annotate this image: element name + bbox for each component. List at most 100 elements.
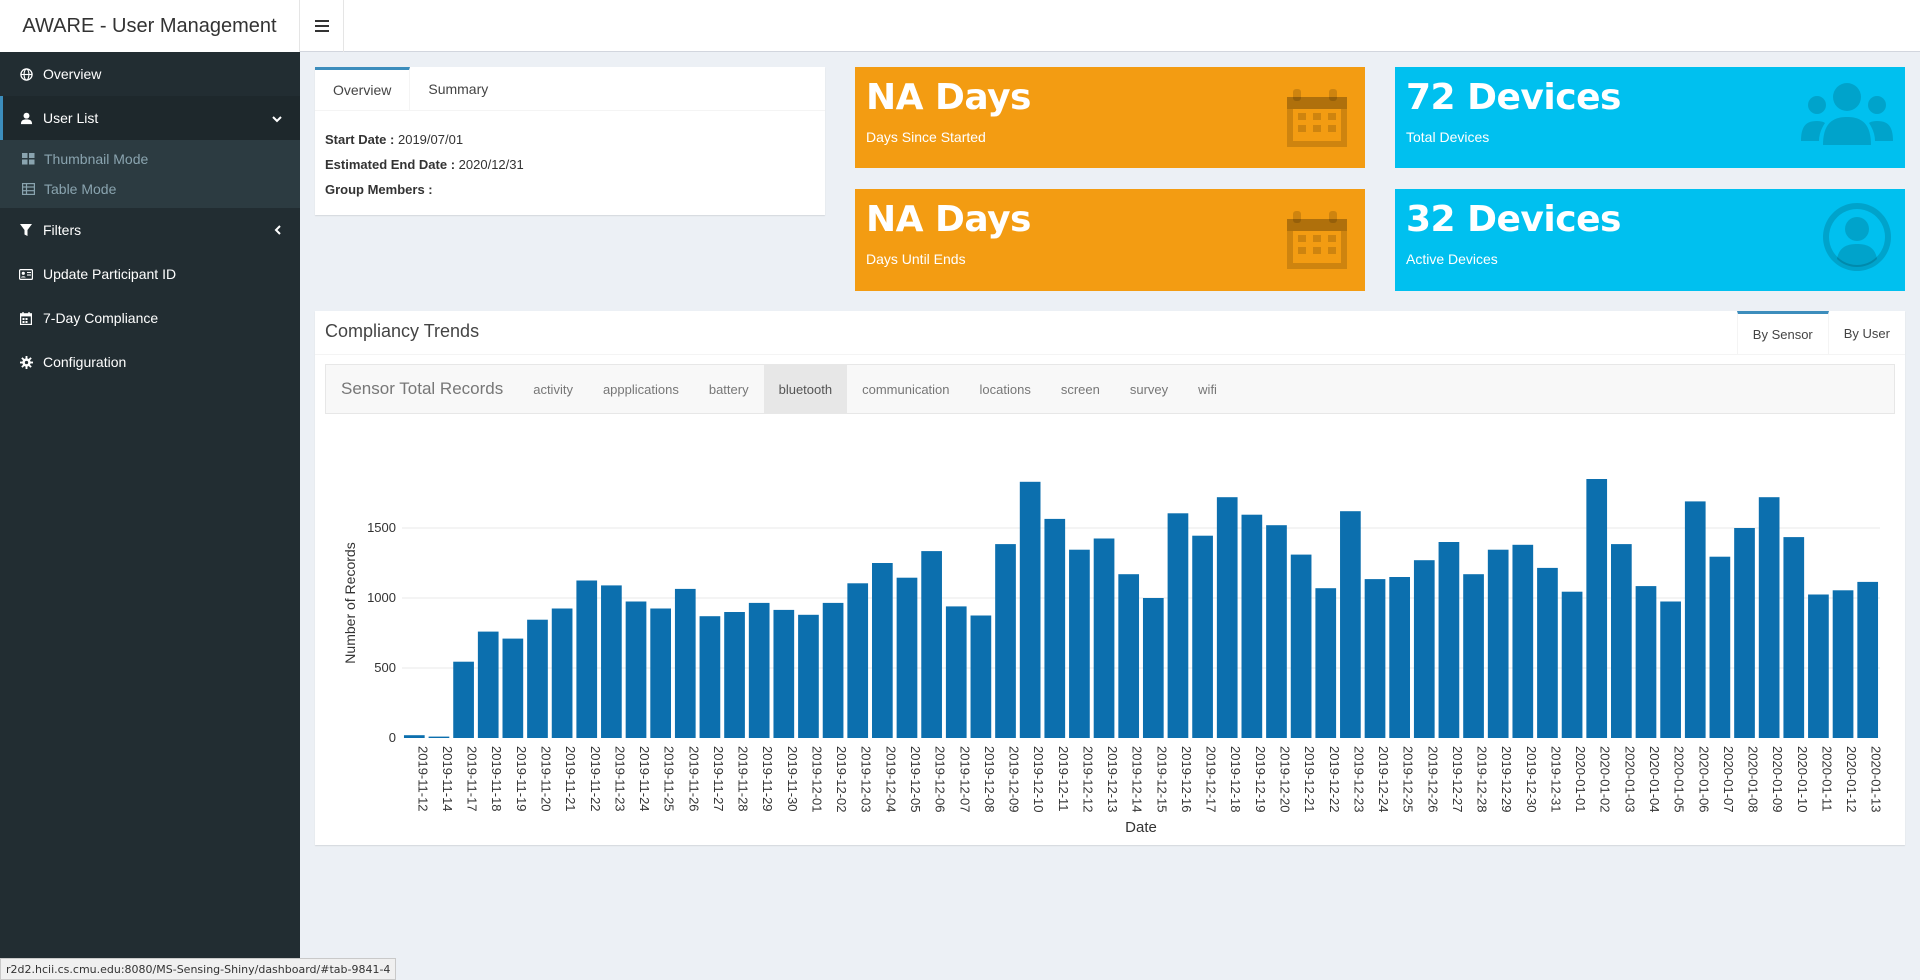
bar [1167, 513, 1189, 738]
card-divider [315, 354, 1905, 355]
x-tick-label: 2019-11-30 [785, 746, 800, 812]
hamburger-icon [314, 16, 329, 37]
x-tick-label: 2019-12-10 [1031, 746, 1046, 813]
tab-by-user[interactable]: By User [1829, 311, 1905, 355]
table-icon [20, 183, 36, 195]
bar [896, 577, 918, 738]
end-date-row: Estimated End Date : 2020/12/31 [325, 152, 815, 177]
x-tick-label: 2019-11-17 [465, 746, 480, 812]
sensor-navbar: Sensor Total Records activity appplicati… [325, 364, 1895, 414]
x-tick-label: 2019-12-12 [1080, 746, 1095, 813]
sidebar: Overview User List Thumbnail Mode Table … [0, 52, 300, 980]
grid-icon [20, 153, 36, 165]
bar [1709, 556, 1731, 738]
bar [403, 735, 425, 738]
tab-summary[interactable]: Summary [410, 67, 506, 110]
x-tick-label: 2019-12-30 [1524, 746, 1539, 813]
sidebar-subitem-thumbnail-mode[interactable]: Thumbnail Mode [0, 144, 300, 174]
y-axis-label: Number of Records [342, 542, 358, 663]
total-devices-box: 72 Devices Total Devices [1395, 67, 1905, 168]
bar [1463, 574, 1484, 738]
value-box-subtitle: Days Since Started [866, 129, 986, 145]
sensor-tab-wifi[interactable]: wifi [1183, 365, 1232, 413]
x-tick-label: 2019-12-14 [1130, 746, 1145, 813]
x-tick-label: 2019-12-07 [957, 746, 972, 813]
start-date-label: Start Date : [325, 132, 395, 147]
bar [1758, 497, 1780, 738]
bar [1832, 590, 1854, 738]
bar [822, 602, 844, 738]
sensor-tab-bluetooth[interactable]: bluetooth [763, 365, 848, 413]
user-icon [18, 112, 34, 125]
x-tick-label: 2019-12-21 [1302, 746, 1317, 813]
sidebar-toggle-button[interactable] [300, 0, 344, 52]
calendar-icon [18, 311, 34, 325]
sidebar-item-label: Filters [43, 222, 82, 238]
value-box-subtitle: Total Devices [1406, 129, 1490, 145]
bar [1684, 501, 1706, 738]
bar [1512, 544, 1534, 738]
x-tick-label: 2019-12-27 [1450, 746, 1465, 813]
value-box-subtitle: Active Devices [1406, 251, 1498, 267]
bar [1734, 528, 1755, 738]
sensor-tab-communication[interactable]: communication [847, 365, 964, 413]
sidebar-item-user-list[interactable]: User List [0, 96, 300, 140]
bar [1635, 586, 1657, 738]
sidebar-item-label: Overview [43, 66, 102, 82]
x-tick-label: 2020-01-08 [1746, 746, 1761, 813]
x-tick-label: 2019-12-22 [1327, 746, 1342, 813]
y-tick-label: 1000 [367, 590, 396, 605]
sensor-tab-activity[interactable]: activity [518, 365, 588, 413]
sidebar-item-overview[interactable]: Overview [0, 52, 300, 96]
users-icon [1797, 75, 1897, 155]
sidebar-item-7-day-compliance[interactable]: 7-Day Compliance [0, 296, 300, 340]
gear-icon [18, 355, 34, 369]
x-tick-label: 2019-11-26 [686, 746, 701, 812]
sidebar-subitem-label: Table Mode [44, 181, 117, 197]
status-bar-url: r2d2.hcii.cs.cmu.edu:8080/MS-Sensing-Shi… [0, 958, 397, 980]
x-tick-label: 2020-01-04 [1647, 746, 1662, 813]
x-tick-label: 2019-12-15 [1154, 746, 1169, 813]
days-since-started-box: NA Days Days Since Started [855, 67, 1365, 168]
bar [1857, 581, 1879, 738]
sidebar-item-update-participant-id[interactable]: Update Participant ID [0, 252, 300, 296]
sensor-tab-battery[interactable]: battery [694, 365, 764, 413]
x-tick-label: 2020-01-05 [1672, 746, 1687, 813]
sensor-tab-survey[interactable]: survey [1115, 365, 1183, 413]
bar [1340, 511, 1361, 738]
sidebar-subitem-label: Thumbnail Mode [44, 151, 149, 167]
sidebar-item-label: Configuration [43, 354, 127, 370]
bar [453, 661, 474, 738]
bar [1118, 574, 1140, 738]
bar [1808, 594, 1829, 738]
sidebar-subitem-table-mode[interactable]: Table Mode [0, 174, 300, 204]
sensor-tab-screen[interactable]: screen [1046, 365, 1115, 413]
bar [921, 551, 942, 738]
start-date-row: Start Date : 2019/07/01 [325, 127, 815, 152]
bar [1241, 514, 1263, 738]
compliancy-tabs: By Sensor By User [1736, 311, 1905, 355]
x-tick-label: 2019-12-19 [1253, 746, 1268, 813]
x-tick-label: 2019-12-06 [933, 746, 948, 813]
y-tick-label: 500 [374, 660, 396, 675]
sensor-tab-locations[interactable]: locations [965, 365, 1046, 413]
sensor-tab-applications[interactable]: appplications [588, 365, 694, 413]
sidebar-item-filters[interactable]: Filters [0, 208, 300, 252]
tab-overview[interactable]: Overview [315, 67, 411, 110]
bar [748, 602, 770, 738]
bar [1093, 538, 1115, 738]
x-tick-label: 2019-12-01 [809, 746, 824, 813]
x-tick-label: 2019-12-11 [1056, 746, 1071, 812]
sidebar-item-label: User List [43, 110, 99, 126]
bar [601, 585, 622, 738]
user-list-submenu: Thumbnail Mode Table Mode [0, 140, 300, 208]
tab-by-sensor[interactable]: By Sensor [1736, 311, 1829, 355]
x-tick-label: 2020-01-02 [1598, 746, 1613, 813]
bar [798, 614, 819, 738]
x-tick-label: 2019-12-08 [982, 746, 997, 813]
sidebar-item-configuration[interactable]: Configuration [0, 340, 300, 384]
start-date-value: 2019/07/01 [397, 132, 464, 147]
bar [1413, 560, 1435, 738]
value-box-subtitle: Days Until Ends [866, 251, 966, 267]
x-tick-label: 2019-11-12 [415, 746, 430, 812]
